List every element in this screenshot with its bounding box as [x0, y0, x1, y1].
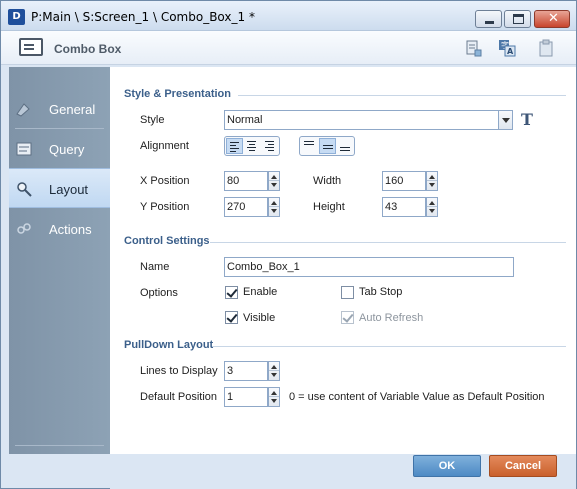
sidebar-item-label: Layout [49, 182, 89, 197]
visible-label: Visible [243, 312, 276, 324]
clipboard-icon[interactable] [537, 39, 555, 57]
y-position-stepper[interactable] [268, 197, 280, 217]
layout-panel: Style & Presentation Style Normal T Alig… [110, 67, 576, 454]
width-label: Width [313, 175, 342, 187]
sidebar-item-actions[interactable]: Actions [9, 209, 110, 249]
name-input[interactable] [224, 257, 514, 277]
width-stepper[interactable] [426, 171, 438, 191]
tab-stop-label: Tab Stop [359, 286, 403, 298]
sidebar-item-general[interactable]: General [9, 89, 110, 129]
combo-box-icon [19, 38, 43, 56]
style-label: Style [140, 114, 165, 126]
visible-checkbox[interactable] [225, 311, 238, 324]
align-right-button[interactable] [262, 138, 279, 154]
lines-to-display-stepper[interactable] [268, 361, 280, 381]
width-input[interactable] [382, 171, 426, 191]
new-document-icon[interactable] [464, 39, 482, 57]
align-top-button[interactable] [301, 138, 318, 154]
sidebar: General Query Layout Actions [9, 67, 110, 454]
close-icon: ✕ [548, 11, 559, 26]
sidebar-item-layout[interactable]: Layout [9, 168, 110, 208]
enable-label: Enable [243, 286, 278, 298]
align-middle-button[interactable] [319, 138, 336, 154]
section-pulldown-layout: PullDown Layout [124, 339, 214, 351]
dialog-window: D P:Main \ S:Screen_1 \ Combo_Box_1 * ✕ … [0, 0, 577, 489]
section-style-presentation: Style & Presentation [124, 88, 231, 100]
x-position-stepper[interactable] [268, 171, 280, 191]
section-control-settings: Control Settings [124, 235, 210, 247]
default-position-hint: 0 = use content of Variable Value as Def… [289, 391, 545, 403]
actions-icon [17, 223, 31, 234]
height-input[interactable] [382, 197, 426, 217]
align-bottom-button[interactable] [337, 138, 354, 154]
section-divider [210, 242, 566, 243]
query-icon [16, 142, 32, 156]
layout-icon [17, 182, 32, 197]
default-position-input[interactable] [224, 387, 268, 407]
enable-checkbox[interactable] [225, 286, 238, 299]
options-label: Options [140, 287, 178, 299]
minimize-icon [485, 21, 494, 24]
svg-text:A: A [507, 47, 514, 56]
style-dropdown-value: Normal [227, 114, 263, 126]
app-icon: D [8, 9, 25, 25]
y-position-label: Y Position [140, 201, 190, 213]
sidebar-item-label: General [49, 102, 96, 117]
alignment-label: Alignment [140, 140, 189, 152]
x-position-label: X Position [140, 175, 190, 187]
sidebar-divider [15, 445, 104, 446]
lines-to-display-label: Lines to Display [140, 365, 218, 377]
auto-refresh-label: Auto Refresh [359, 312, 424, 324]
chevron-down-icon[interactable] [498, 111, 512, 129]
align-center-button[interactable] [244, 138, 261, 154]
align-left-button[interactable] [226, 138, 243, 154]
cancel-button[interactable]: Cancel [489, 455, 557, 477]
height-stepper[interactable] [426, 197, 438, 217]
general-icon [16, 103, 30, 117]
minimize-button[interactable] [475, 10, 502, 28]
lines-to-display-input[interactable] [224, 361, 268, 381]
height-label: Height [313, 201, 345, 213]
sidebar-item-label: Query [49, 142, 85, 157]
tab-stop-checkbox[interactable] [341, 286, 354, 299]
translate-icon[interactable]: 字 A [498, 39, 516, 57]
maximize-icon [513, 14, 524, 24]
window-title: P:Main \ S:Screen_1 \ Combo_Box_1 * [31, 10, 255, 24]
section-divider [212, 346, 566, 347]
title-bar[interactable]: D P:Main \ S:Screen_1 \ Combo_Box_1 * ✕ [1, 1, 576, 31]
y-position-input[interactable] [224, 197, 268, 217]
default-position-stepper[interactable] [268, 387, 280, 407]
ok-button[interactable]: OK [413, 455, 481, 477]
style-dropdown[interactable]: Normal [224, 110, 513, 130]
dialog-heading: Combo Box [54, 42, 122, 56]
horizontal-alignment-group [224, 136, 280, 156]
name-label: Name [140, 261, 170, 273]
text-style-icon[interactable]: T [521, 111, 539, 129]
auto-refresh-checkbox[interactable] [341, 311, 354, 324]
close-button[interactable]: ✕ [534, 10, 570, 28]
dialog-header: Combo Box 字 A [1, 31, 576, 65]
maximize-button[interactable] [504, 10, 531, 28]
x-position-input[interactable] [224, 171, 268, 191]
sidebar-item-label: Actions [49, 222, 92, 237]
default-position-label: Default Position [140, 391, 218, 403]
sidebar-item-query[interactable]: Query [9, 129, 110, 169]
section-divider [238, 95, 566, 96]
vertical-alignment-group [299, 136, 355, 156]
